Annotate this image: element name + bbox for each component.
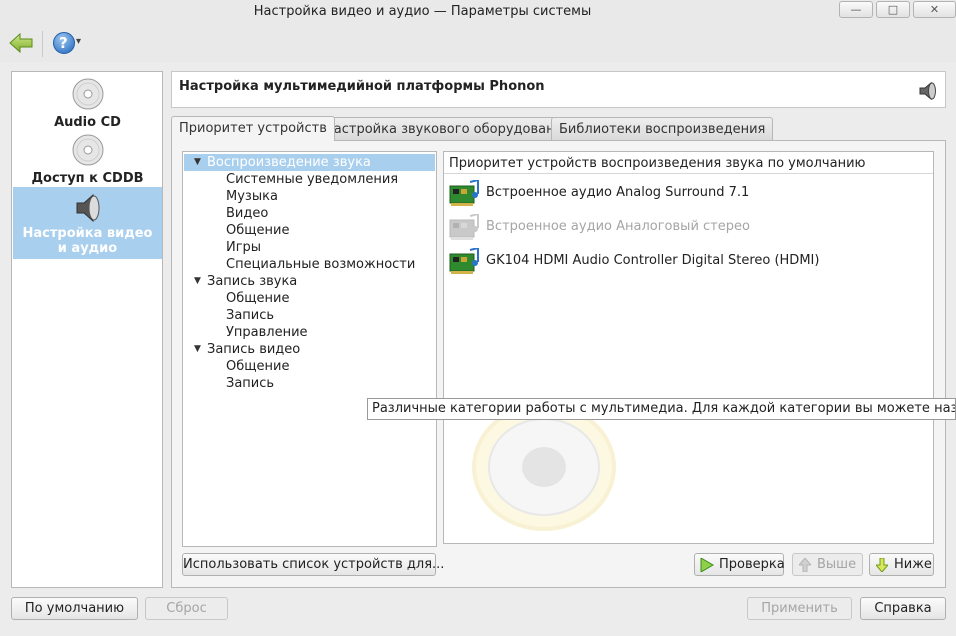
tree-item[interactable]: Запись <box>226 375 274 392</box>
device-item[interactable]: Встроенное аудио Аналоговый стерео <box>448 212 750 242</box>
tree-item[interactable]: Общение <box>226 358 289 375</box>
tab-device-priority[interactable]: Приоритет устройств <box>171 116 335 141</box>
tree-item[interactable]: Системные уведомления <box>226 171 398 188</box>
device-item[interactable]: GK104 HDMI Audio Controller Digital Ster… <box>448 246 819 276</box>
reset-button[interactable]: Сброс <box>145 597 228 620</box>
expand-arrow-icon[interactable]: ▼ <box>194 273 201 290</box>
speaker-icon <box>76 193 99 223</box>
category-tree[interactable]: ▼ Воспроизведение звука Системные уведом… <box>182 151 437 547</box>
arrow-up-icon <box>799 558 811 572</box>
sidebar-item-cddb[interactable]: Доступ к CDDB <box>13 134 162 186</box>
sound-card-icon <box>449 246 479 274</box>
tree-item[interactable]: Игры <box>226 239 261 256</box>
close-button[interactable]: ✕ <box>913 1 956 18</box>
cd-icon <box>72 134 103 166</box>
tree-item[interactable]: ▼ Запись видео <box>184 341 435 358</box>
tree-item[interactable]: ▼ Запись звука <box>184 273 435 290</box>
device-list[interactable]: Приоритет устройств воспроизведения звук… <box>443 151 934 544</box>
tree-item[interactable]: Музыка <box>226 188 278 205</box>
tooltip: Различные категории работы с мультимедиа… <box>367 398 956 420</box>
toolbar-separator <box>42 31 43 57</box>
back-arrow-icon <box>9 32 33 54</box>
sidebar: Audio CD Доступ к CDDB Настройка видео и… <box>11 71 163 588</box>
move-down-button[interactable]: Ниже <box>869 553 934 576</box>
close-icon: ✕ <box>929 3 940 16</box>
sidebar-item-label: Настройка видео и аудио <box>22 226 153 256</box>
sound-card-icon <box>449 212 479 240</box>
arrow-down-icon <box>876 558 888 572</box>
tree-item[interactable]: Управление <box>226 324 308 341</box>
back-button[interactable] <box>7 31 35 55</box>
play-icon <box>700 558 714 572</box>
tree-item[interactable]: Общение <box>226 290 289 307</box>
maximize-button[interactable]: □ <box>876 1 910 18</box>
help-glyph: ? <box>59 34 68 52</box>
sidebar-item-audio-cd[interactable]: Audio CD <box>13 78 162 130</box>
tree-item[interactable]: Запись <box>226 307 274 324</box>
device-item[interactable]: Встроенное аудио Analog Surround 7.1 <box>448 178 749 208</box>
defaults-button[interactable]: По умолчанию <box>11 597 138 620</box>
expand-arrow-icon[interactable]: ▼ <box>194 154 201 171</box>
maximize-icon: □ <box>887 3 899 16</box>
toolbar <box>0 26 956 62</box>
tree-item[interactable]: Специальные возможности <box>226 256 415 273</box>
tab-backends[interactable]: Библиотеки воспроизведения <box>551 117 774 141</box>
sidebar-item-label: Доступ к CDDB <box>31 171 144 186</box>
help-menu-button[interactable]: ? ▾ <box>52 31 86 55</box>
sound-card-icon <box>449 178 479 206</box>
page-header: Настройка мультимедийной платформы Phono… <box>171 71 946 108</box>
cd-icon <box>72 78 103 110</box>
tab-audio-hardware[interactable]: Настройка звукового оборудования <box>316 117 579 141</box>
use-device-list-button[interactable]: Использовать список устройств для... <box>182 553 444 576</box>
tree-item[interactable]: Общение <box>226 222 289 239</box>
apply-button[interactable]: Применить <box>747 597 852 620</box>
minimize-button[interactable]: — <box>839 1 873 18</box>
chevron-down-icon: ▾ <box>76 36 82 47</box>
device-list-header: Приоритет устройств воспроизведения звук… <box>444 152 933 174</box>
test-button[interactable]: Проверка <box>694 553 785 576</box>
help-button[interactable]: Справка <box>860 597 946 620</box>
minimize-icon: — <box>850 3 862 16</box>
sidebar-item-label: Audio CD <box>54 115 121 130</box>
speaker-icon <box>919 81 936 101</box>
tree-item[interactable]: ▼ Воспроизведение звука <box>184 154 435 171</box>
move-up-button[interactable]: Выше <box>792 553 863 576</box>
page-title: Настройка мультимедийной платформы Phono… <box>179 79 545 94</box>
sidebar-item-video-audio[interactable]: Настройка видео и аудио <box>13 187 162 259</box>
window-title: Настройка видео и аудио — Параметры сист… <box>253 4 592 19</box>
tree-item[interactable]: Видео <box>226 205 268 222</box>
expand-arrow-icon[interactable]: ▼ <box>194 341 201 358</box>
